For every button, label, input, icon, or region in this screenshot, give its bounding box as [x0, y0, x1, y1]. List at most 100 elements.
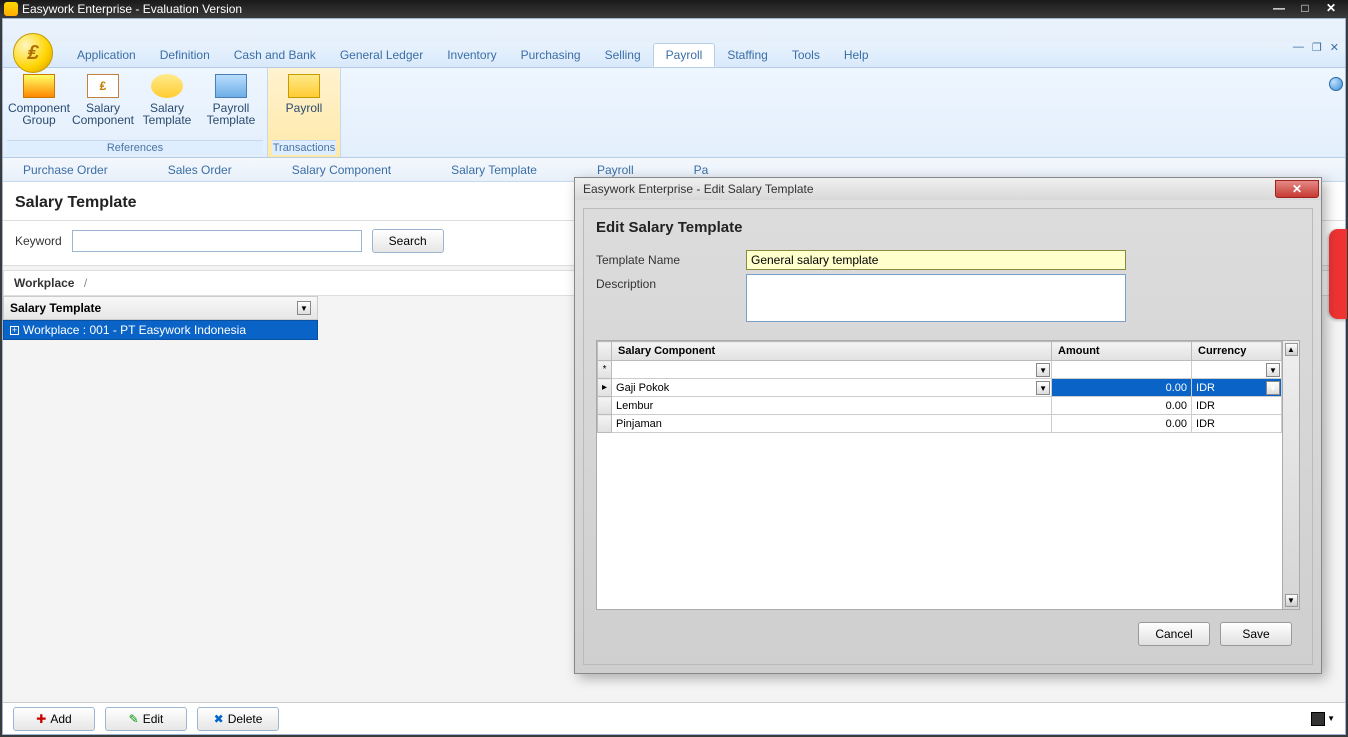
grid-col-amount[interactable]: Amount — [1052, 342, 1192, 361]
cell-amount[interactable]: 0.00 — [1052, 397, 1192, 415]
cell-currency[interactable]: IDR▼ — [1192, 379, 1282, 397]
chevron-down-icon[interactable]: ▼ — [1036, 363, 1050, 377]
menu-general-ledger[interactable]: General Ledger — [328, 44, 435, 66]
chevron-down-icon[interactable]: ▼ — [1266, 363, 1280, 377]
salary-template-icon — [151, 74, 183, 98]
menu-help[interactable]: Help — [832, 44, 881, 66]
grid-col-component[interactable]: Salary Component — [612, 342, 1052, 361]
template-name-input[interactable] — [746, 250, 1126, 270]
dialog-titlebar[interactable]: Easywork Enterprise - Edit Salary Templa… — [575, 178, 1321, 200]
dialog-heading: Edit Salary Template — [596, 215, 1300, 246]
cell-amount[interactable]: 0.00 — [1052, 379, 1192, 397]
payroll-icon — [288, 74, 320, 98]
breadcrumb-root: Workplace — [14, 276, 74, 290]
add-label: Add — [50, 712, 71, 726]
grid-row[interactable]: Lembur0.00IDR — [598, 397, 1282, 415]
menu-purchasing[interactable]: Purchasing — [509, 44, 593, 66]
menu-tools[interactable]: Tools — [780, 44, 832, 66]
edit-label: Edit — [143, 712, 164, 726]
menu-definition[interactable]: Definition — [148, 44, 222, 66]
add-button[interactable]: ✚Add — [13, 707, 95, 731]
cancel-button[interactable]: Cancel — [1138, 622, 1210, 646]
cell-currency[interactable]: IDR — [1192, 397, 1282, 415]
grid-col-currency[interactable]: Currency — [1192, 342, 1282, 361]
payroll-template-icon — [215, 74, 247, 98]
delete-button[interactable]: ✖Delete — [197, 707, 279, 731]
dialog-title-text: Easywork Enterprise - Edit Salary Templa… — [583, 182, 814, 196]
description-input[interactable] — [746, 274, 1126, 322]
template-name-label: Template Name — [596, 250, 746, 267]
save-button[interactable]: Save — [1220, 622, 1292, 646]
doc-tab-payroll[interactable]: Payroll — [597, 163, 634, 177]
chevron-down-icon[interactable]: ▼ — [297, 301, 311, 315]
inner-close-icon[interactable]: ✕ — [1330, 41, 1339, 54]
doc-tab-sales-order[interactable]: Sales Order — [168, 163, 232, 177]
grid-new-row[interactable]: * ▼ ▼ — [598, 361, 1282, 379]
keyword-label: Keyword — [15, 234, 62, 248]
menu-staffing[interactable]: Staffing — [715, 44, 779, 66]
grid-row[interactable]: ▸Gaji Pokok▼0.00IDR▼ — [598, 379, 1282, 397]
doc-tab-purchase-order[interactable]: Purchase Order — [23, 163, 108, 177]
menu-cash-and-bank[interactable]: Cash and Bank — [222, 44, 328, 66]
scroll-up-icon[interactable]: ▲ — [1285, 343, 1298, 356]
expand-icon[interactable]: + — [10, 326, 19, 335]
component-group-icon — [23, 74, 55, 98]
ribbon-payroll[interactable]: Payroll — [272, 70, 336, 140]
ribbon-salary-component[interactable]: SalaryComponent — [71, 70, 135, 140]
cell-component[interactable]: Gaji Pokok▼ — [612, 379, 1052, 397]
menu-selling[interactable]: Selling — [593, 44, 653, 66]
doc-tab-salary-component[interactable]: Salary Component — [292, 163, 391, 177]
save-split-button[interactable]: ▼ — [1311, 712, 1335, 726]
ribbon-top — [3, 19, 1345, 43]
disk-icon — [1311, 712, 1325, 726]
edit-salary-template-dialog: Easywork Enterprise - Edit Salary Templa… — [574, 177, 1322, 674]
dialog-close-button[interactable]: ✕ — [1275, 180, 1319, 198]
ribbon-payroll-template[interactable]: PayrollTemplate — [199, 70, 263, 140]
chevron-down-icon: ▼ — [1327, 714, 1335, 723]
row-marker — [598, 415, 612, 433]
salary-component-grid: Salary Component Amount Currency * ▼ ▼ — [596, 340, 1300, 610]
inner-minimize-icon[interactable]: — — [1293, 41, 1304, 54]
ribbon-group-label: References — [7, 140, 263, 155]
cell-amount[interactable]: 0.00 — [1052, 415, 1192, 433]
menu-payroll[interactable]: Payroll — [653, 43, 716, 67]
search-button[interactable]: Search — [372, 229, 444, 253]
minimize-button[interactable]: — — [1266, 1, 1292, 17]
ribbon-salary-template[interactable]: SalaryTemplate — [135, 70, 199, 140]
keyword-input[interactable] — [72, 230, 362, 252]
app-menu-button[interactable]: ₤ — [13, 33, 53, 73]
menu-strip: ApplicationDefinitionCash and BankGenera… — [3, 43, 1345, 68]
delete-label: Delete — [228, 712, 263, 726]
cell-currency[interactable]: IDR — [1192, 415, 1282, 433]
description-label: Description — [596, 274, 746, 291]
cell-component[interactable]: Pinjaman — [612, 415, 1052, 433]
salary-component-icon — [87, 74, 119, 98]
help-icon[interactable] — [1329, 77, 1343, 91]
ribbon-component-group[interactable]: ComponentGroup — [7, 70, 71, 140]
breadcrumb-sep: / — [78, 276, 93, 290]
chevron-down-icon[interactable]: ▼ — [1036, 381, 1050, 395]
grid-row[interactable]: Pinjaman0.00IDR — [598, 415, 1282, 433]
cell-component[interactable]: Lembur — [612, 397, 1052, 415]
menu-application[interactable]: Application — [65, 44, 148, 66]
feedback-side-tab[interactable] — [1329, 229, 1347, 319]
close-button[interactable]: ✕ — [1318, 1, 1344, 17]
maximize-button[interactable]: □ — [1292, 1, 1318, 17]
tree-header[interactable]: Salary Template ▼ — [3, 296, 318, 320]
app-icon — [4, 2, 18, 16]
scroll-down-icon[interactable]: ▼ — [1285, 594, 1298, 607]
doc-tab-pa[interactable]: Pa — [694, 163, 709, 177]
tree-row-workplace[interactable]: + Workplace : 001 - PT Easywork Indonesi… — [3, 320, 318, 340]
doc-tab-salary-template[interactable]: Salary Template — [451, 163, 537, 177]
grid-scrollbar[interactable]: ▲ ▼ — [1282, 341, 1299, 609]
inner-restore-icon[interactable]: ❐ — [1312, 41, 1322, 54]
row-marker — [598, 397, 612, 415]
window-title: Easywork Enterprise - Evaluation Version — [22, 2, 242, 16]
bottom-toolbar: ✚Add ✎Edit ✖Delete ▼ — [3, 702, 1345, 734]
chevron-down-icon[interactable]: ▼ — [1266, 381, 1280, 395]
ribbon-group-references: ComponentGroupSalaryComponentSalaryTempl… — [3, 68, 268, 157]
tree-header-label: Salary Template — [10, 301, 101, 315]
edit-button[interactable]: ✎Edit — [105, 707, 187, 731]
menu-inventory[interactable]: Inventory — [435, 44, 508, 66]
ribbon-group-transactions: PayrollTransactions — [268, 68, 341, 157]
